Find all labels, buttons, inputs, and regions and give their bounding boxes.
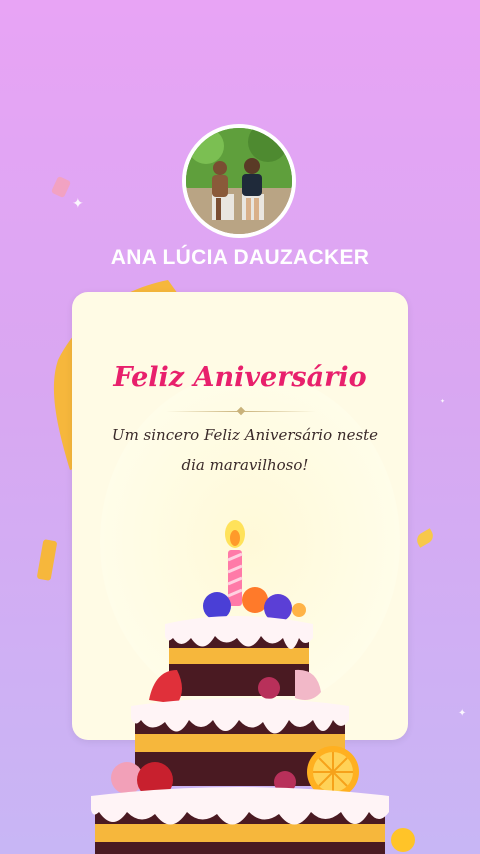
profile-avatar[interactable] — [182, 124, 296, 238]
confetti-icon — [414, 528, 436, 548]
confetti-icon — [50, 175, 72, 199]
sparkle-icon: ✦ — [72, 196, 84, 212]
user-photo-icon — [186, 128, 292, 234]
birthday-cake-icon — [91, 520, 415, 854]
card-message: Um sincero Feliz Aniversário neste dia m… — [111, 426, 379, 474]
candle-icon — [225, 520, 245, 606]
confetti-icon — [36, 539, 58, 581]
sparkle-icon: ✦ — [440, 398, 446, 405]
profile-name: ANA LÚCIA DAUZACKER — [110, 246, 370, 269]
card-title: Feliz Aniversário — [113, 362, 367, 393]
sparkle-icon: ✦ — [458, 708, 467, 719]
title-divider — [166, 411, 316, 412]
